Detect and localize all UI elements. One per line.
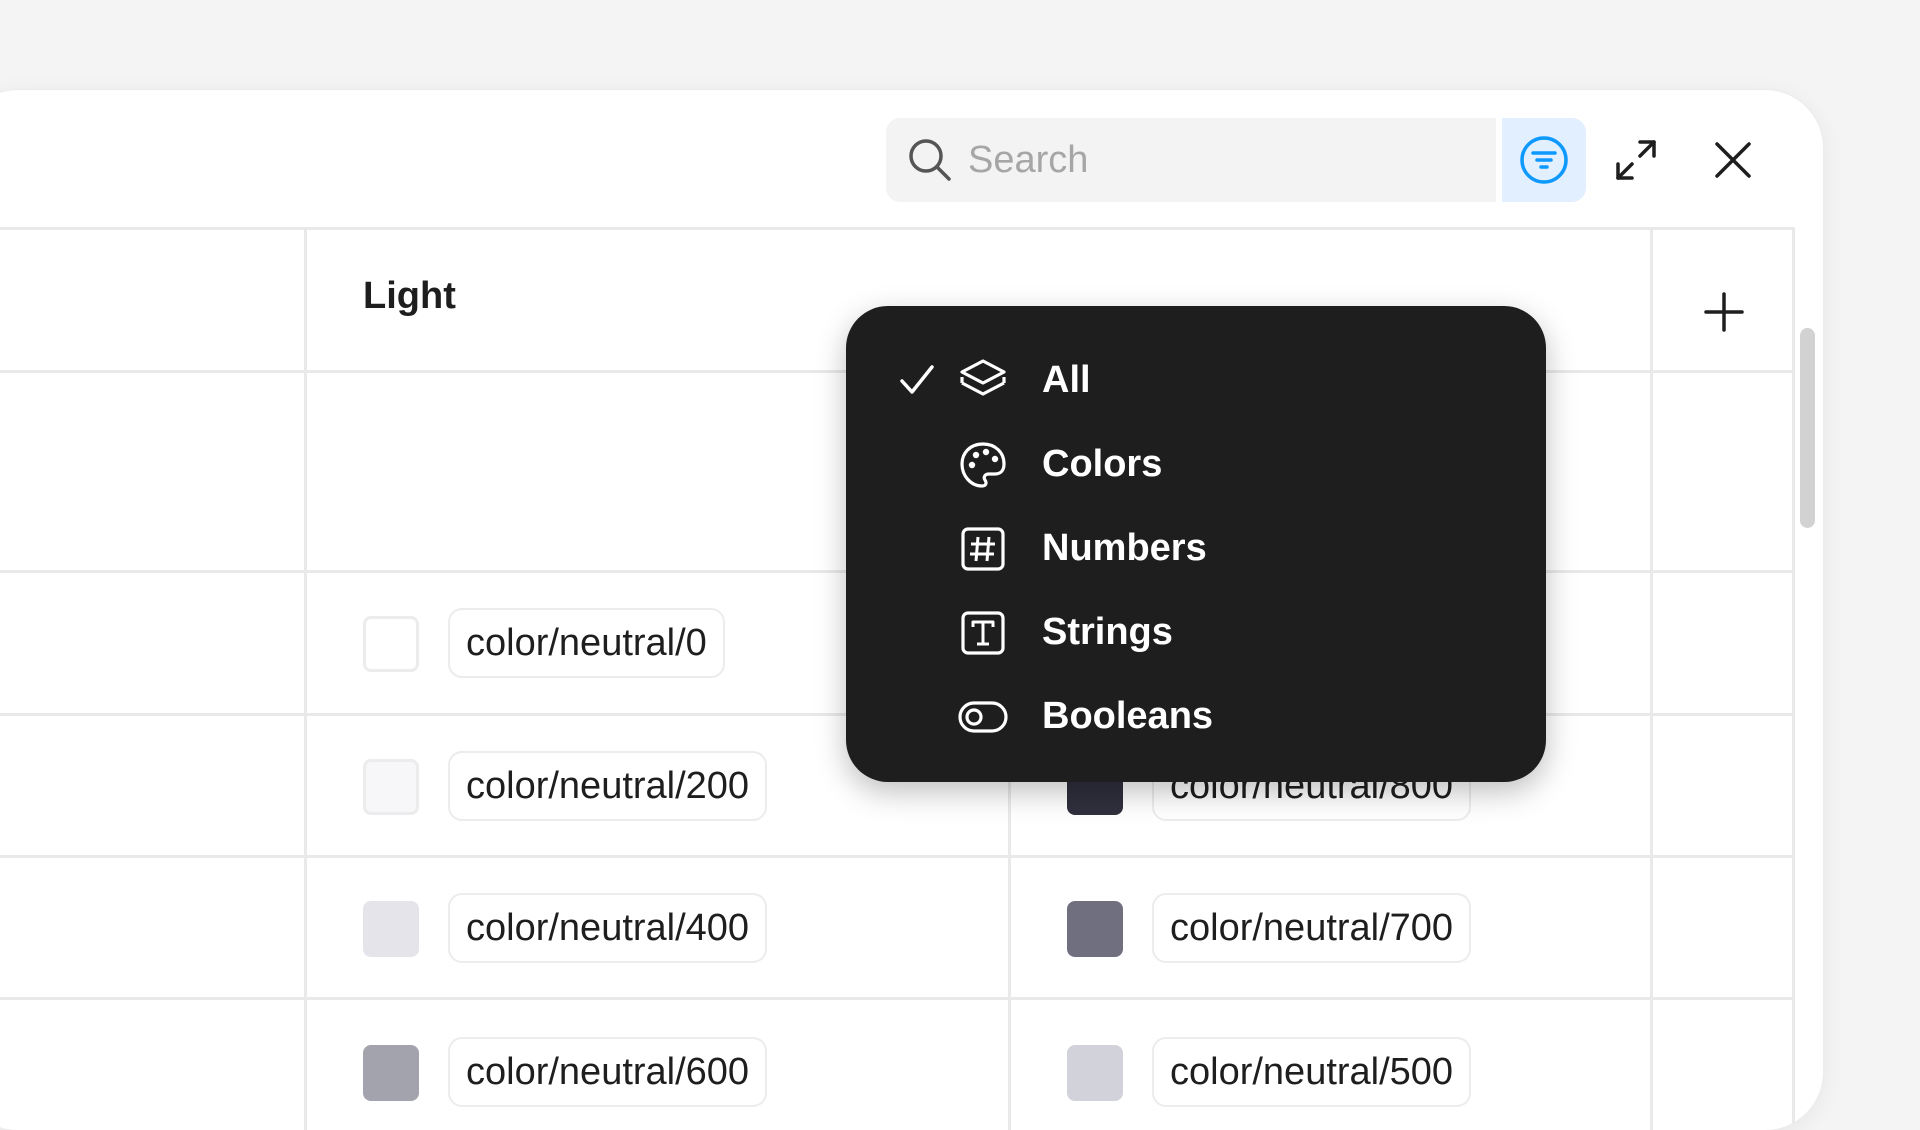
color-swatch[interactable] bbox=[1067, 901, 1123, 957]
column-divider bbox=[304, 227, 307, 1130]
variable-alias-chip[interactable]: color/neutral/0 bbox=[448, 608, 725, 678]
expand-icon bbox=[1616, 140, 1656, 180]
add-column-button[interactable] bbox=[1652, 240, 1795, 383]
search-field[interactable] bbox=[886, 118, 1496, 202]
header-divider-top bbox=[0, 227, 1795, 230]
palette-icon bbox=[960, 442, 1006, 488]
vertical-scrollbar[interactable] bbox=[1800, 328, 1815, 528]
variable-alias-chip[interactable]: color/neutral/400 bbox=[448, 893, 768, 963]
menu-item-label: Strings bbox=[1042, 610, 1173, 653]
close-icon bbox=[1715, 142, 1751, 178]
menu-item-numbers[interactable]: Numbers bbox=[846, 506, 1546, 590]
menu-item-label: All bbox=[1042, 358, 1091, 401]
color-swatch[interactable] bbox=[363, 901, 419, 957]
menu-item-all[interactable]: All bbox=[846, 338, 1546, 422]
menu-item-booleans[interactable]: Booleans bbox=[846, 674, 1546, 758]
menu-item-colors[interactable]: Colors bbox=[846, 422, 1546, 506]
color-swatch[interactable] bbox=[1067, 1045, 1123, 1101]
close-button[interactable] bbox=[1691, 118, 1775, 202]
text-icon bbox=[961, 611, 1005, 655]
row-divider bbox=[0, 997, 1795, 1000]
row-divider bbox=[0, 855, 1795, 858]
menu-item-label: Colors bbox=[1042, 442, 1163, 485]
filter-menu: All Colors Numbers Strings Booleans bbox=[846, 306, 1546, 782]
layers-icon bbox=[960, 359, 1006, 396]
filter-icon bbox=[1520, 136, 1568, 184]
menu-item-label: Numbers bbox=[1042, 526, 1207, 569]
search-input[interactable] bbox=[968, 138, 1468, 182]
variable-alias-chip[interactable]: color/neutral/500 bbox=[1152, 1037, 1472, 1107]
menu-item-strings[interactable]: Strings bbox=[846, 590, 1546, 674]
menu-item-label: Booleans bbox=[1042, 694, 1214, 737]
expand-button[interactable] bbox=[1594, 118, 1678, 202]
color-swatch[interactable] bbox=[363, 616, 419, 672]
hash-icon bbox=[961, 527, 1005, 571]
search-icon bbox=[909, 139, 951, 181]
variable-alias-chip[interactable]: color/neutral/700 bbox=[1152, 893, 1472, 963]
variable-alias-chip[interactable]: color/neutral/600 bbox=[448, 1037, 768, 1107]
color-swatch[interactable] bbox=[363, 759, 419, 815]
color-swatch[interactable] bbox=[363, 1045, 419, 1101]
plus-icon bbox=[1703, 291, 1744, 332]
variables-panel: Light color/neutral/0 color/neutral/200 … bbox=[0, 90, 1823, 1130]
filter-button[interactable] bbox=[1502, 118, 1586, 202]
variable-alias-chip[interactable]: color/neutral/200 bbox=[448, 751, 768, 821]
column-header-light[interactable]: Light bbox=[363, 275, 456, 318]
toggle-icon bbox=[958, 701, 1008, 733]
check-icon bbox=[900, 365, 934, 394]
